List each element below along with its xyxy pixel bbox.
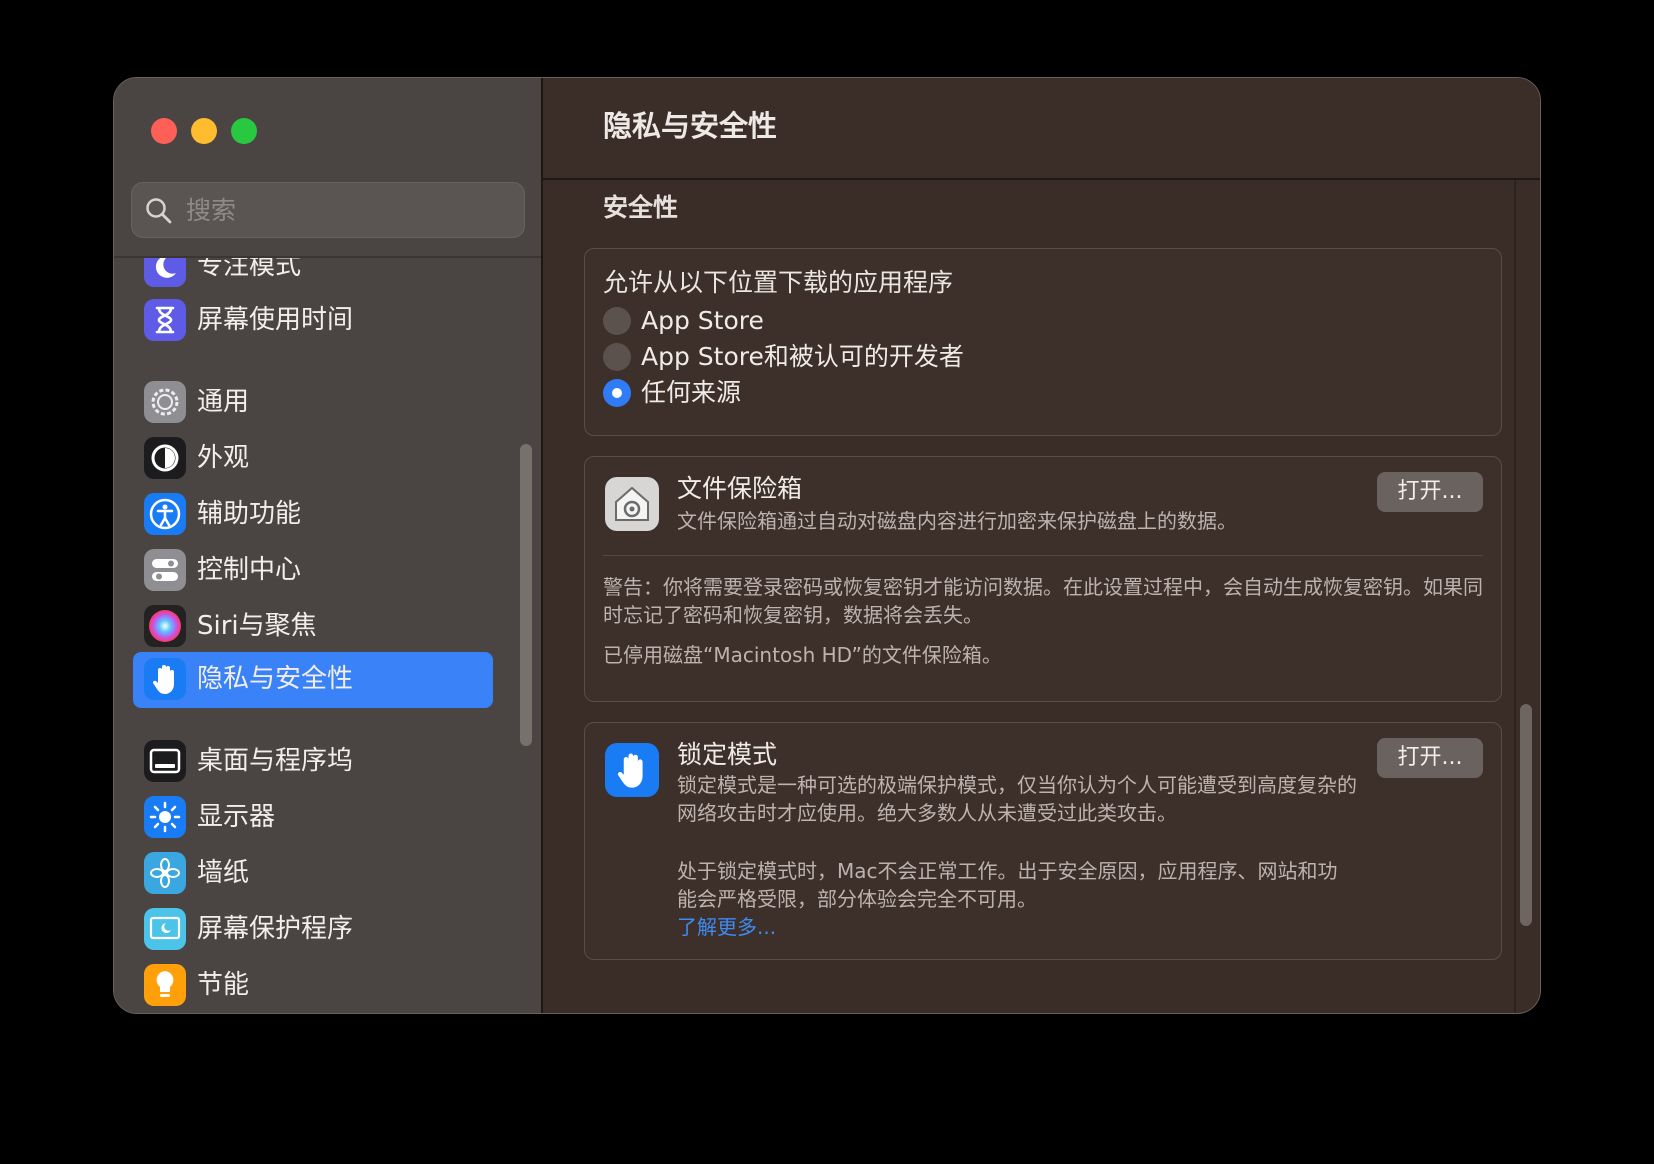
filevault-status: 已停用磁盘“Macintosh HD”的文件保险箱。 (603, 643, 1002, 667)
lockdown-title: 锁定模式 (677, 740, 778, 769)
radio-label: App Store和被认可的开发者 (641, 342, 964, 371)
radio-button[interactable] (603, 343, 631, 371)
sidebar-item-screensaver[interactable]: 屏幕保护程序 (133, 902, 493, 956)
radio-button-selected[interactable] (603, 379, 631, 407)
sidebar-item-siri[interactable]: Siri与聚焦 (133, 599, 493, 653)
lockdown-card: 锁定模式 锁定模式是一种可选的极端保护模式，仅当你认为个人可能遭受到高度复杂的网… (584, 722, 1502, 960)
sidebar-item-label: 控制中心 (197, 555, 302, 585)
settings-window: 搜索 专注模式 屏幕使用时间 通用 外观 辅助功能 控制中心 Siri与聚焦 隐… (113, 77, 1541, 1014)
divider (603, 555, 1483, 556)
sun-icon (144, 796, 186, 838)
sidebar-item-label: 外观 (197, 443, 250, 473)
sidebar-list: 专注模式 屏幕使用时间 通用 外观 辅助功能 控制中心 Siri与聚焦 隐私与安… (114, 258, 541, 1013)
main-pane: 隐私与安全性 安全性 允许从以下位置下载的应用程序 App Store App … (543, 78, 1540, 1013)
sidebar-item-privacy-security[interactable]: 隐私与安全性 (133, 652, 493, 708)
sidebar-item-general[interactable]: 通用 (133, 375, 493, 429)
search-placeholder: 搜索 (186, 196, 237, 225)
radio-label: 任何来源 (641, 378, 742, 407)
close-button[interactable] (151, 118, 177, 144)
main-scrollbar[interactable] (1520, 704, 1532, 926)
hand-icon (144, 658, 186, 700)
filevault-warning: 警告：你将需要登录密码或恢复密钥才能访问数据。在此设置过程中，会自动生成恢复密钥… (603, 575, 1483, 627)
lockdown-description: 锁定模式是一种可选的极端保护模式，仅当你认为个人可能遭受到高度复杂的网络攻击时才… (677, 773, 1357, 825)
filevault-description: 文件保险箱通过自动对磁盘内容进行加密来保护磁盘上的数据。 (677, 509, 1237, 533)
sidebar-item-appearance[interactable]: 外观 (133, 431, 493, 485)
page-title: 隐私与安全性 (603, 109, 778, 143)
sidebar-item-screen-time[interactable]: 屏幕使用时间 (133, 293, 493, 347)
sidebar-item-label: 桌面与程序坞 (197, 746, 354, 776)
gear-icon (144, 381, 186, 423)
lockdown-description-2: 处于锁定模式时，Mac不会正常工作。出于安全原因，应用程序、网站和功能会严格受限… (677, 859, 1338, 911)
sidebar-item-label: 通用 (197, 387, 250, 417)
minimize-button[interactable] (191, 118, 217, 144)
learn-more-link[interactable]: 了解更多... (677, 913, 776, 941)
allow-apps-card: 允许从以下位置下载的应用程序 App Store App Store和被认可的开… (584, 248, 1502, 436)
sidebar-item-label: 辅助功能 (197, 499, 302, 529)
sidebar-item-label: 隐私与安全性 (197, 664, 354, 694)
screensaver-icon (144, 908, 186, 950)
sidebar-item-desktop-dock[interactable]: 桌面与程序坞 (133, 734, 493, 788)
sidebar-scrollbar[interactable] (520, 444, 532, 746)
radio-label: App Store (641, 306, 764, 335)
allow-apps-label: 允许从以下位置下载的应用程序 (603, 268, 954, 297)
hourglass-icon (144, 299, 186, 341)
sidebar-item-displays[interactable]: 显示器 (133, 790, 493, 844)
sidebar-item-energy[interactable]: 节能 (133, 958, 493, 1012)
sidebar-item-focus[interactable]: 专注模式 (133, 258, 493, 293)
sidebar-item-label: 节能 (197, 970, 250, 1000)
filevault-card: 文件保险箱 文件保险箱通过自动对磁盘内容进行加密来保护磁盘上的数据。 打开...… (584, 456, 1502, 702)
radio-button[interactable] (603, 307, 631, 335)
sidebar-item-label: 屏幕保护程序 (197, 914, 354, 944)
sidebar-item-label: 专注模式 (197, 258, 302, 281)
sidebar: 搜索 专注模式 屏幕使用时间 通用 外观 辅助功能 控制中心 Siri与聚焦 隐… (114, 78, 543, 1013)
filevault-icon (605, 477, 659, 531)
filevault-title: 文件保险箱 (677, 474, 803, 503)
sidebar-item-control-center[interactable]: 控制中心 (133, 543, 493, 597)
accessibility-icon (144, 493, 186, 535)
siri-icon (144, 605, 186, 647)
lightbulb-icon (144, 964, 186, 1006)
sidebar-item-label: 显示器 (197, 802, 276, 832)
sidebar-item-label: 屏幕使用时间 (197, 305, 354, 335)
sidebar-item-label: Siri与聚焦 (197, 611, 317, 641)
search-input[interactable]: 搜索 (131, 182, 525, 238)
sidebar-item-wallpaper[interactable]: 墙纸 (133, 846, 493, 900)
scroll-track (1514, 180, 1516, 1013)
titlebar: 隐私与安全性 (543, 78, 1540, 180)
sidebar-item-label: 墙纸 (197, 858, 250, 888)
moon-icon (144, 258, 186, 287)
control-center-icon (144, 549, 186, 591)
appearance-icon (144, 437, 186, 479)
zoom-button[interactable] (231, 118, 257, 144)
hand-icon (605, 743, 659, 797)
dock-icon (144, 740, 186, 782)
sidebar-item-accessibility[interactable]: 辅助功能 (133, 487, 493, 541)
section-title: 安全性 (603, 193, 679, 222)
lockdown-turn-on-button[interactable]: 打开... (1377, 738, 1483, 778)
filevault-turn-on-button[interactable]: 打开... (1377, 472, 1483, 512)
flower-icon (144, 852, 186, 894)
search-icon (146, 198, 172, 224)
